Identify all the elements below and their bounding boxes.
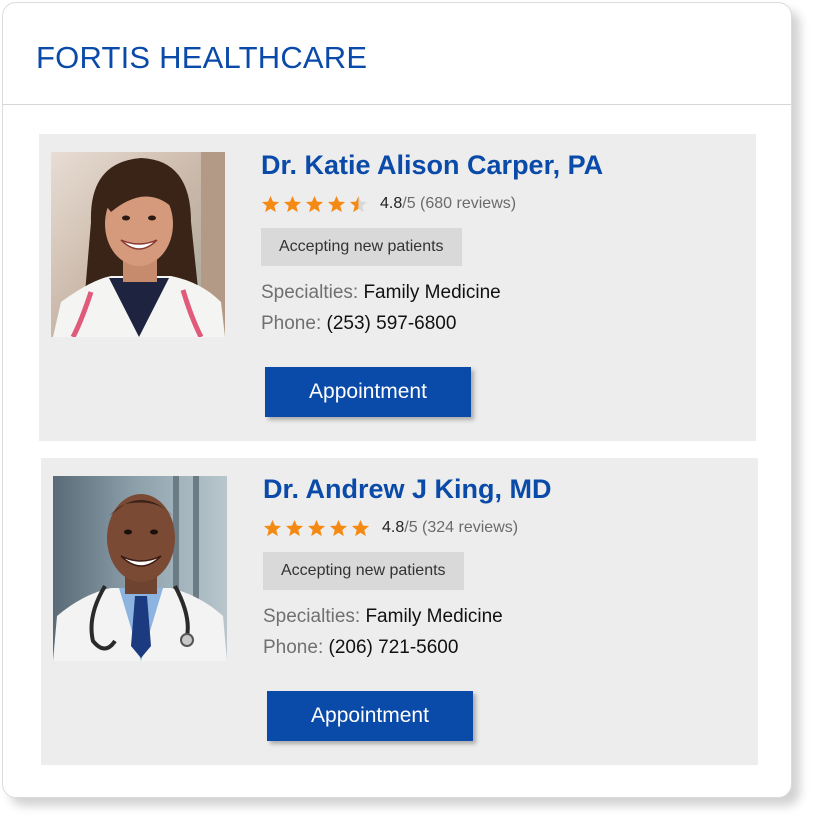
- doctor-photo: [51, 152, 225, 337]
- star-icon: [305, 195, 324, 212]
- specialties-value: Family Medicine: [365, 606, 503, 627]
- doctor-name[interactable]: Dr. Andrew J King, MD: [263, 472, 748, 506]
- status-badge: Accepting new patients: [261, 228, 462, 266]
- star-icon: [263, 519, 282, 536]
- star-half-icon: [349, 195, 368, 212]
- status-badge: Accepting new patients: [263, 552, 464, 590]
- appointment-button[interactable]: Appointment: [267, 691, 473, 741]
- star-icon: [307, 519, 326, 536]
- star-icon: [283, 195, 302, 212]
- panel-header: FORTIS HEALTHCARE: [3, 3, 791, 105]
- review-count: /5 (680 reviews): [402, 195, 517, 212]
- doctor-photo-image: [51, 152, 225, 337]
- specialties-label: Specialties:: [263, 606, 361, 627]
- star-icon: [285, 519, 304, 536]
- specialties-label: Specialties:: [261, 282, 359, 303]
- phone-label: Phone:: [263, 637, 324, 658]
- star-icon: [327, 195, 346, 212]
- rating: 4.8/5 (324 reviews): [263, 518, 748, 538]
- phone-value[interactable]: (206) 721-5600: [329, 637, 459, 658]
- appointment-button[interactable]: Appointment: [265, 367, 471, 417]
- phone-label: Phone:: [261, 313, 322, 334]
- rating-score: 4.8: [382, 519, 405, 536]
- star-icon: [351, 519, 370, 536]
- phone-row: Phone: (253) 597-6800: [261, 313, 746, 335]
- rating: 4.8/5 (680 reviews): [261, 194, 746, 214]
- brand-title: FORTIS HEALTHCARE: [36, 40, 368, 75]
- rating-stars: [263, 519, 370, 538]
- specialties-row: Specialties: Family Medicine: [263, 606, 748, 628]
- rating-score: 4.8: [380, 195, 403, 212]
- doctor-name[interactable]: Dr. Katie Alison Carper, PA: [261, 148, 746, 182]
- phone-row: Phone: (206) 721-5600: [263, 637, 748, 659]
- star-icon: [261, 195, 280, 212]
- star-icon: [329, 519, 348, 536]
- doctor-photo-image: [53, 476, 227, 661]
- rating-stars: [261, 195, 368, 214]
- doctor-info: Dr. Andrew J King, MD 4.8/5 (324 reviews…: [263, 472, 748, 659]
- provider-panel: FORTIS HEALTHCARE Dr. Katie Alison Carpe…: [2, 2, 792, 798]
- doctor-card: Dr. Andrew J King, MD 4.8/5 (324 reviews…: [41, 458, 758, 765]
- doctor-card: Dr. Katie Alison Carper, PA 4.8/5 (680 r…: [39, 134, 756, 441]
- doctor-info: Dr. Katie Alison Carper, PA 4.8/5 (680 r…: [261, 148, 746, 335]
- specialties-row: Specialties: Family Medicine: [261, 282, 746, 304]
- review-count: /5 (324 reviews): [404, 519, 519, 536]
- specialties-value: Family Medicine: [363, 282, 501, 303]
- doctor-photo: [53, 476, 227, 661]
- phone-value[interactable]: (253) 597-6800: [327, 313, 457, 334]
